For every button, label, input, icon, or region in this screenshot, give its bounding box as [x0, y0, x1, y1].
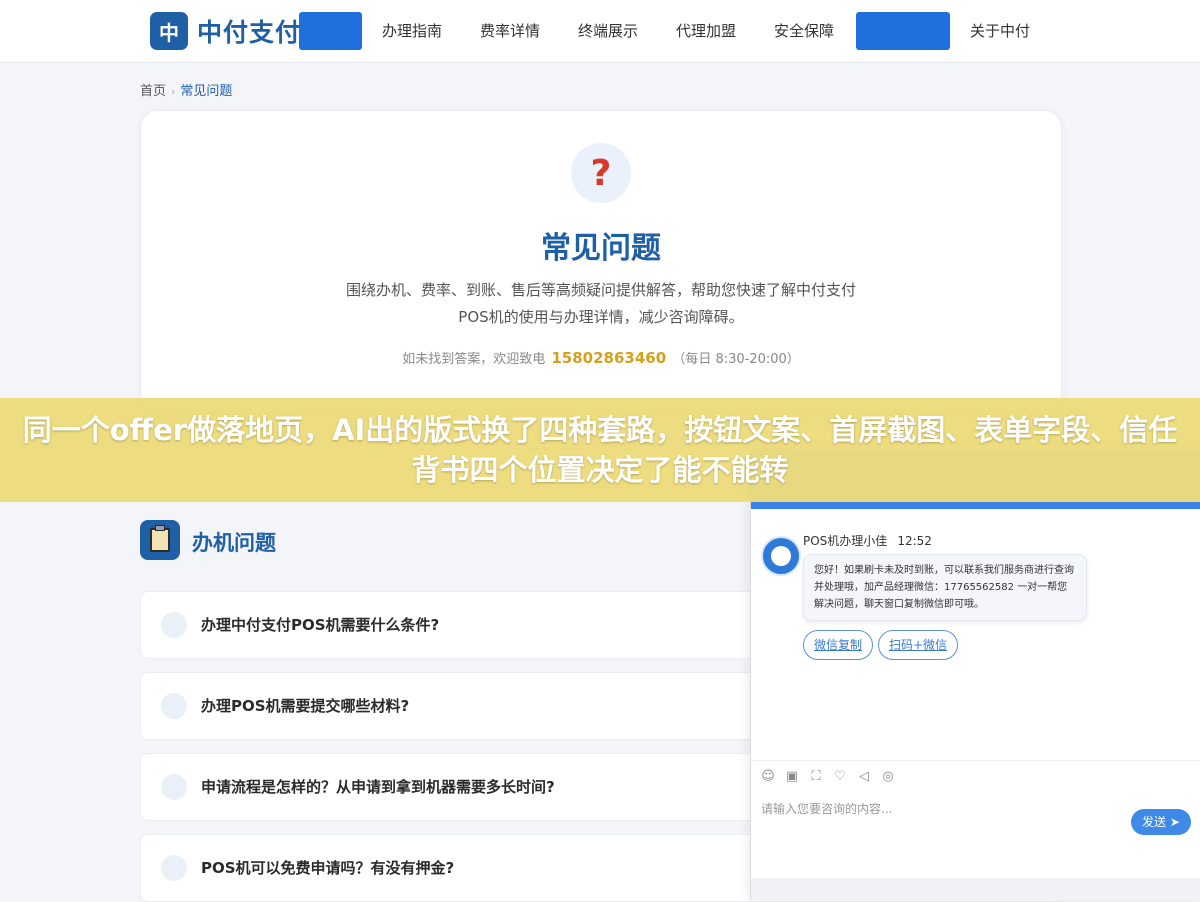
- emoji-icon[interactable]: ☺: [761, 770, 775, 784]
- send-arrow-icon: ➤: [1166, 815, 1180, 829]
- expand-icon: [161, 612, 187, 638]
- hero-card: ? 常见问题 围绕办机、费率、到账、售后等高频疑问提供解答，帮助您快速了解中付支…: [140, 110, 1062, 412]
- contact-phone[interactable]: 15802863460: [551, 349, 666, 367]
- faq-question: POS机可以免费申请吗？有没有押金?: [201, 859, 455, 877]
- chat-widget: – □ POS机办理小佳12:52 您好！如果刷卡未及时到账，可以联系我们服务商…: [750, 450, 1200, 900]
- send-button[interactable]: 发送 ➤: [1131, 809, 1191, 835]
- screenshot-icon[interactable]: ⛶: [809, 770, 823, 784]
- chat-footer: [751, 878, 1200, 900]
- chat-message: 您好！如果刷卡未及时到账，可以联系我们服务商进行查询并处理哦，加产品经理微信：1…: [803, 554, 1087, 621]
- expand-icon: [161, 774, 187, 800]
- send-label: 发送: [1142, 815, 1167, 829]
- banner-text: 同一个offer做落地页，AI出的版式换了四种套路，按钮文案、首屏截图、表单字段…: [22, 413, 1178, 487]
- agent-avatar: [761, 536, 801, 576]
- chat-input[interactable]: 请输入您要咨询的内容...: [761, 800, 892, 817]
- contact-hours: （每日 8:30-20:00）: [672, 352, 800, 367]
- question-mark-icon: ?: [571, 143, 631, 203]
- agent-name-line: POS机办理小佳 12:52: [803, 532, 932, 549]
- breadcrumb-home[interactable]: 首页: [140, 84, 166, 99]
- breadcrumb-current: 常见问题: [180, 84, 233, 99]
- chat-divider: [751, 760, 1200, 761]
- logo-mark-icon: 中: [150, 12, 188, 50]
- hero-description-line-1: 围绕办机、费率、到账、售后等高频疑问提供解答，帮助您快速了解中付支付: [345, 281, 856, 299]
- faq-question: 办理POS机需要提交哪些材料?: [201, 697, 410, 715]
- wechat-icon[interactable]: ◎: [881, 770, 895, 784]
- hero-description: 围绕办机、费率、到账、售后等高频疑问提供解答，帮助您快速了解中付支付 POS机的…: [301, 277, 901, 331]
- expand-icon: [161, 693, 187, 719]
- hero-description-line-2: POS机的使用与办理详情，减少咨询障碍。: [458, 308, 744, 326]
- avatar-face-icon: [771, 546, 791, 566]
- agent-name: POS机办理小佳: [803, 534, 888, 548]
- site-header: 中 中付支付 首页 办理指南 费率详情 终端展示 代理加盟 安全保障 常见问题 …: [0, 0, 1200, 63]
- faq-question: 申请流程是怎样的？从申请到拿到机器需要多长时间?: [201, 778, 555, 796]
- nav-about[interactable]: 关于中付: [960, 12, 1040, 50]
- nav-guide[interactable]: 办理指南: [372, 12, 452, 50]
- nav-home[interactable]: 首页: [299, 12, 362, 50]
- chat-toolbar: ☺ ▣ ⛶ ♡ ◁ ◎: [761, 770, 905, 784]
- site-logo[interactable]: 中 中付支付: [150, 12, 301, 50]
- image-icon[interactable]: ▣: [785, 770, 799, 784]
- overlay-banner: 同一个offer做落地页，AI出的版式换了四种套路，按钮文案、首屏截图、表单字段…: [0, 398, 1200, 502]
- copy-wechat-button[interactable]: 微信复制: [803, 630, 873, 660]
- rating-icon[interactable]: ♡: [833, 770, 847, 784]
- section-title: 办机问题: [192, 531, 276, 555]
- chat-header-stripe: [751, 502, 1200, 509]
- message-time: 12:52: [897, 534, 932, 548]
- hero-contact: 如未找到答案，欢迎致电 15802863460 （每日 8:30-20:00）: [141, 348, 1061, 367]
- expand-icon: [161, 855, 187, 881]
- nav-agent[interactable]: 代理加盟: [666, 12, 746, 50]
- faq-question: 办理中付支付POS机需要什么条件?: [201, 616, 440, 634]
- logo-text: 中付支付: [197, 18, 302, 47]
- contact-prefix: 如未找到答案，欢迎致电: [402, 352, 546, 367]
- nav-security[interactable]: 安全保障: [764, 12, 844, 50]
- page-title: 常见问题: [541, 231, 661, 266]
- scan-wechat-button[interactable]: 扫码+微信: [878, 630, 958, 660]
- sound-icon[interactable]: ◁: [857, 770, 871, 784]
- nav-faq[interactable]: 常见问题: [856, 12, 950, 50]
- breadcrumb: 首页 › 常见问题: [140, 80, 232, 99]
- breadcrumb-separator-icon: ›: [171, 85, 176, 98]
- clipboard-icon: [140, 520, 180, 560]
- nav-rates[interactable]: 费率详情: [470, 12, 550, 50]
- nav-terminals[interactable]: 终端展示: [568, 12, 648, 50]
